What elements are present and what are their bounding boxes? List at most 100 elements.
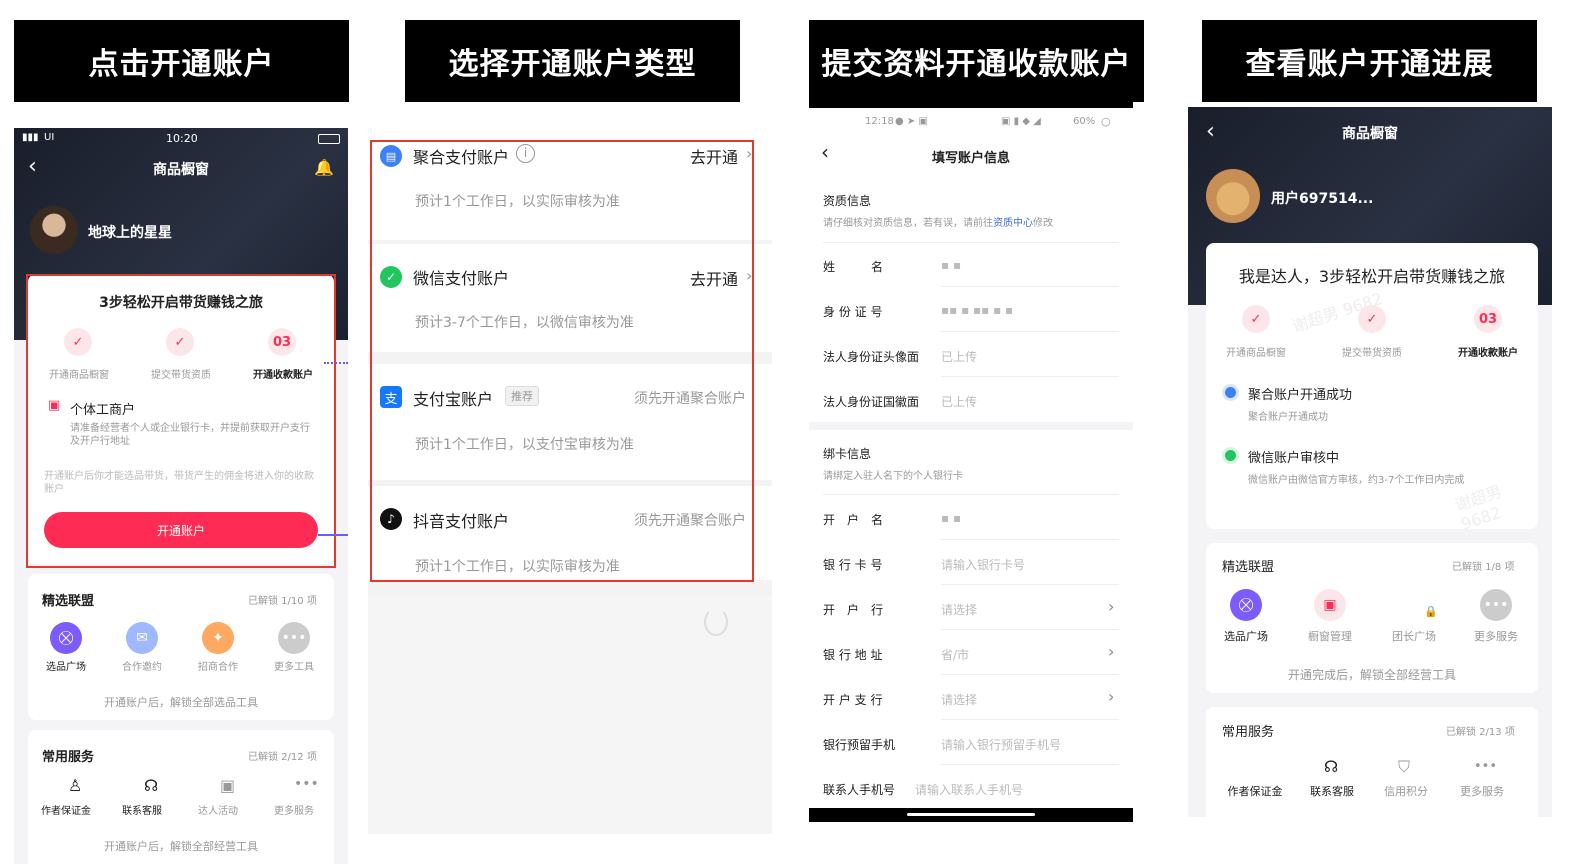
service-badge: 已解锁 2/13 项 xyxy=(1446,727,1515,738)
shield-icon[interactable]: ⛉ xyxy=(1398,757,1410,777)
connector-line xyxy=(318,534,348,536)
divider xyxy=(941,764,1119,765)
chevron-right-icon: › xyxy=(1108,597,1115,616)
showcase-icon[interactable]: ▣ xyxy=(1314,589,1346,621)
service-item-label: 更多服务 xyxy=(274,806,314,817)
field-label: 开 户 行 xyxy=(823,603,884,617)
battery-level: 60% xyxy=(1073,116,1096,127)
chevron-right-icon: › xyxy=(1108,687,1115,706)
bank-address-select[interactable]: 省/市 xyxy=(941,646,969,663)
home-bar-area xyxy=(809,808,1133,822)
invite-icon[interactable]: ✉ xyxy=(126,622,158,654)
field-label: 开 户 支 行 xyxy=(823,693,883,707)
section-divider xyxy=(809,422,1133,430)
status-time: 10:20 xyxy=(166,132,198,145)
status-bar: ▮▮▮ UI 10:20 xyxy=(14,130,348,148)
alliance-item-label: 橱窗管理 xyxy=(1308,630,1352,643)
bank-select[interactable]: 请选择 xyxy=(941,601,977,618)
panel-4-phone: ‹ 商品橱窗 用户697514... 我是达人，3步轻松开启带货赚钱之旅 ✓ ✓… xyxy=(1188,107,1552,817)
card-number-input[interactable]: 请输入银行卡号 xyxy=(941,556,1025,573)
bind-card-desc: 请绑定入驻人名下的个人银行卡 xyxy=(823,471,963,482)
store-icon[interactable]: ⛒ xyxy=(1230,589,1262,621)
page-title: 商品橱窗 xyxy=(1342,126,1398,142)
store-icon[interactable]: ⛒ xyxy=(50,622,82,654)
chevron-right-icon: › xyxy=(1108,642,1115,661)
connector-dots xyxy=(324,362,348,364)
step-2-label: 提交带货资质 xyxy=(1342,348,1402,359)
field-label: 银 行 卡 号 xyxy=(823,558,883,572)
status-desc: 聚合账户开通成功 xyxy=(1248,412,1328,423)
steps-title: 我是达人，3步轻松开启带货赚钱之旅 xyxy=(1238,267,1506,286)
loading-area xyxy=(368,596,772,834)
service-item-label: 联系客服 xyxy=(122,806,162,817)
aggregate-status-icon xyxy=(1222,384,1239,401)
alliance-title: 精选联盟 xyxy=(1222,560,1275,575)
headset-icon[interactable]: ☊ xyxy=(1324,757,1338,776)
more-services-icon[interactable]: ••• xyxy=(294,776,319,792)
qualification-title: 资质信息 xyxy=(823,194,872,208)
divider xyxy=(941,629,1119,630)
service-card: 常用服务 已解锁 2/13 项 ☊ ⛉ ••• 作者保证金 联系客服 信用积分 … xyxy=(1206,707,1538,817)
bank-phone-input[interactable]: 请输入银行预留手机号 xyxy=(941,736,1061,753)
divider xyxy=(941,376,1119,377)
more-services-icon[interactable]: ••• xyxy=(1474,759,1497,774)
field-label: 开 户 名 xyxy=(823,513,884,527)
branch-select[interactable]: 请选择 xyxy=(941,691,977,708)
field-label: 银 行 地 址 xyxy=(823,648,883,662)
deposit-icon[interactable]: ♙ xyxy=(68,776,82,795)
more-tools-icon[interactable]: ••• xyxy=(278,622,310,654)
step-3-number: 03 xyxy=(1474,305,1502,333)
alliance-item-label: 团长广场 xyxy=(1392,630,1436,643)
avatar[interactable] xyxy=(1206,169,1260,223)
headset-icon[interactable]: ☊ xyxy=(144,776,158,795)
divider xyxy=(941,539,1119,540)
service-item-label: 信用积分 xyxy=(1384,785,1428,798)
field-label: 银行预留手机 xyxy=(823,738,896,752)
alliance-item-label: 选品广场 xyxy=(1224,630,1268,643)
divider xyxy=(941,719,1119,720)
contact-phone-input[interactable]: 请输入联系人手机号 xyxy=(915,781,1023,798)
banner-step-4: 查看账户开通进展 xyxy=(1202,20,1537,102)
step-3-label: 开通收款账户 xyxy=(1458,348,1518,359)
alliance-footer: 开通完成后，解锁全部经营工具 xyxy=(1287,668,1456,682)
banner-step-1: 点击开通账户 xyxy=(14,20,349,102)
avatar[interactable] xyxy=(30,206,78,254)
alliance-item-label: 更多工具 xyxy=(274,662,314,673)
battery-icon: ○ xyxy=(1101,115,1111,128)
service-item-label: 联系客服 xyxy=(1310,785,1354,798)
wechat-status-icon xyxy=(1222,447,1239,464)
service-card: 常用服务 已解锁 2/12 项 ♙ ☊ ▣ ••• 作者保证金 联系客服 达人活… xyxy=(28,730,334,864)
divider xyxy=(941,331,1119,332)
bell-icon[interactable]: 🔔 xyxy=(314,158,334,177)
alliance-item-label: 更多服务 xyxy=(1474,630,1518,643)
alliance-badge: 已解锁 1/10 项 xyxy=(248,596,317,607)
field-label: 身 份 证 号 xyxy=(823,305,883,319)
alliance-title: 精选联盟 xyxy=(42,594,95,609)
highlight-account-types xyxy=(370,140,754,582)
name-value: ▪ ▪ xyxy=(941,258,962,272)
field-label: 法人身份证头像面 xyxy=(823,350,920,364)
status-title: 聚合账户开通成功 xyxy=(1248,388,1353,403)
account-name-value: ▪ ▪ xyxy=(941,511,962,525)
network-icons: ▣ ▮ ◆ ◢ xyxy=(1001,116,1041,127)
page-title: 填写账户信息 xyxy=(931,151,1010,166)
username: 地球上的星星 xyxy=(88,225,172,241)
handshake-icon[interactable]: ✦ xyxy=(202,622,234,654)
activity-icon[interactable]: ▣ xyxy=(220,776,235,795)
battery-icon xyxy=(318,134,340,144)
highlight-open-account xyxy=(26,274,336,568)
step-1-check-icon: ✓ xyxy=(1242,305,1270,333)
service-item-label: 作者保证金 xyxy=(41,806,91,817)
alliance-item-label: 选品广场 xyxy=(46,662,86,673)
page-title: 商品橱窗 xyxy=(153,162,209,178)
panel-3-form: 12:18 ● ➤ ▣ ▣ ▮ ◆ ◢ 60% ○ ‹ 填写账户信息 资质信息 … xyxy=(809,102,1133,822)
service-title: 常用服务 xyxy=(42,750,95,765)
qualification-center-link[interactable]: 资质中心 xyxy=(993,218,1033,229)
more-services-icon[interactable]: ••• xyxy=(1480,589,1512,621)
alliance-footer: 开通账户后，解锁全部选品工具 xyxy=(104,696,258,709)
qualification-desc-end: 修改 xyxy=(1033,218,1053,229)
divider xyxy=(823,242,1119,243)
id-front-status: 已上传 xyxy=(941,350,978,364)
service-item-label: 更多服务 xyxy=(1460,785,1504,798)
alliance-item-label: 合作邀约 xyxy=(122,662,162,673)
